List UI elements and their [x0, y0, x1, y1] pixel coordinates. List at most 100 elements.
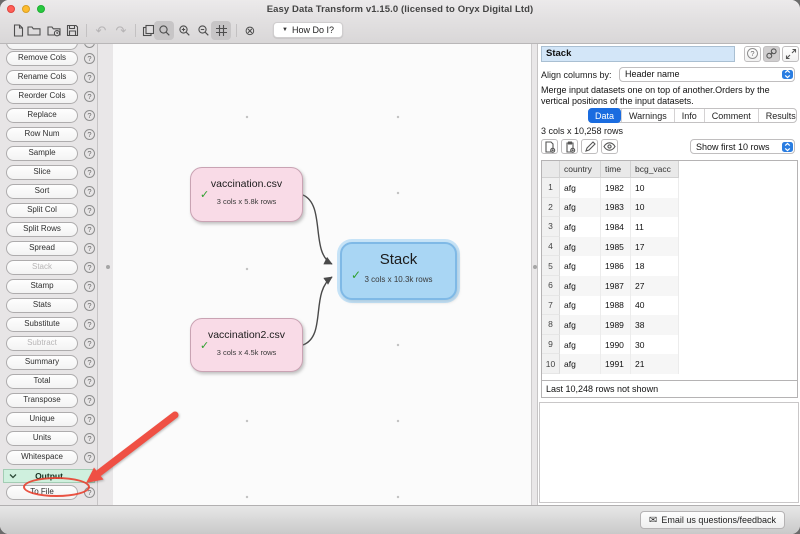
- help-icon[interactable]: ?: [84, 72, 95, 83]
- open-project-icon[interactable]: [24, 21, 44, 40]
- recent-projects-icon[interactable]: [44, 21, 64, 40]
- left-splitter-handle[interactable]: [106, 265, 110, 269]
- undo-icon[interactable]: ↶: [91, 21, 111, 40]
- help-icon[interactable]: ?: [84, 452, 95, 463]
- help-icon[interactable]: ?: [84, 357, 95, 368]
- data-table: country time bcg_vacc 1 afg 1982 10 2 af: [541, 160, 798, 398]
- show-rows-select[interactable]: Show first 10 rows: [690, 139, 795, 154]
- right-splitter-handle[interactable]: [533, 265, 537, 269]
- table-row[interactable]: 1 afg 1982 10: [542, 178, 679, 198]
- transform-button[interactable]: Summary: [6, 355, 78, 370]
- output-header-label: Output: [35, 471, 63, 481]
- email-feedback-button[interactable]: ✉ Email us questions/feedback: [640, 511, 785, 529]
- paste-data-button[interactable]: [561, 139, 578, 154]
- table-row[interactable]: 6 afg 1987 27: [542, 276, 679, 296]
- help-icon[interactable]: ?: [84, 243, 95, 254]
- toggle-grid-icon[interactable]: [211, 21, 231, 40]
- expand-panel-button[interactable]: [782, 46, 799, 62]
- transform-button[interactable]: Remove Cols: [6, 51, 78, 66]
- help-icon[interactable]: ?: [84, 319, 95, 330]
- transform-button[interactable]: Slice: [6, 165, 78, 180]
- transform-button[interactable]: Subtract: [6, 336, 78, 351]
- column-header[interactable]: time: [601, 161, 631, 177]
- transform-button[interactable]: Reorder Cols: [6, 89, 78, 104]
- help-icon[interactable]: ?: [84, 487, 95, 498]
- help-icon[interactable]: ?: [84, 395, 95, 406]
- help-icon[interactable]: ?: [84, 224, 95, 235]
- transform-button[interactable]: Spread: [6, 241, 78, 256]
- to-file-button[interactable]: To File: [6, 485, 78, 500]
- output-section-header[interactable]: Output: [3, 469, 95, 483]
- table-row[interactable]: 4 afg 1985 17: [542, 237, 679, 257]
- node-vaccination2-csv[interactable]: vaccination2.csv ✓ 3 cols x 4.5k rows: [190, 318, 303, 372]
- transform-button[interactable]: Total: [6, 374, 78, 389]
- save-icon[interactable]: [62, 21, 82, 40]
- minimize-window-button[interactable]: [22, 5, 30, 13]
- cancel-icon[interactable]: ⊗: [240, 21, 260, 40]
- search-icon[interactable]: [154, 21, 174, 40]
- transform-button[interactable]: Unique: [6, 412, 78, 427]
- zoom-window-button[interactable]: [37, 5, 45, 13]
- help-icon[interactable]: ?: [84, 129, 95, 140]
- transform-button[interactable]: Split Rows: [6, 222, 78, 237]
- help-icon[interactable]: ?: [84, 186, 95, 197]
- help-icon[interactable]: ?: [84, 414, 95, 425]
- transform-button[interactable]: Sample: [6, 146, 78, 161]
- help-icon[interactable]: ?: [84, 148, 95, 159]
- transform-button[interactable]: Stats: [6, 298, 78, 313]
- table-row[interactable]: 7 afg 1988 40: [542, 296, 679, 316]
- how-do-i-button[interactable]: ▼ How Do I?: [273, 22, 343, 38]
- transform-button[interactable]: Substitute: [6, 317, 78, 332]
- transform-button-clipped[interactable]: [6, 44, 78, 50]
- tab[interactable]: Warnings: [621, 109, 674, 122]
- node-name-input[interactable]: Stack: [541, 46, 735, 62]
- column-header[interactable]: bcg_vacc: [631, 161, 679, 177]
- transform-button[interactable]: Rename Cols: [6, 70, 78, 85]
- table-row[interactable]: 5 afg 1986 18: [542, 256, 679, 276]
- table-row[interactable]: 2 afg 1983 10: [542, 198, 679, 218]
- transform-button[interactable]: Row Num: [6, 127, 78, 142]
- transform-button[interactable]: Sort: [6, 184, 78, 199]
- help-icon[interactable]: ?: [84, 281, 95, 292]
- transform-button[interactable]: Stamp: [6, 279, 78, 294]
- tab[interactable]: Comment: [704, 109, 758, 122]
- table-row[interactable]: 9 afg 1990 30: [542, 335, 679, 355]
- zoom-in-icon[interactable]: [174, 21, 194, 40]
- help-icon[interactable]: ?: [84, 91, 95, 102]
- transform-button[interactable]: Split Col: [6, 203, 78, 218]
- transform-button[interactable]: Replace: [6, 108, 78, 123]
- help-icon[interactable]: ?: [84, 300, 95, 311]
- help-icon[interactable]: ?: [84, 53, 95, 64]
- help-icon[interactable]: ?: [84, 376, 95, 387]
- copy-data-button[interactable]: [541, 139, 558, 154]
- transform-button[interactable]: Stack: [6, 260, 78, 275]
- help-icon[interactable]: ?: [84, 167, 95, 178]
- node-stack[interactable]: Stack ✓ 3 cols x 10.3k rows: [340, 242, 457, 300]
- panel-help-button[interactable]: ?: [744, 46, 761, 62]
- edit-data-button[interactable]: [581, 139, 598, 154]
- link-views-button[interactable]: [763, 46, 780, 62]
- help-icon[interactable]: [84, 44, 95, 48]
- help-icon[interactable]: ?: [84, 110, 95, 121]
- zoom-out-icon[interactable]: [193, 21, 213, 40]
- help-icon[interactable]: ?: [84, 262, 95, 273]
- transform-button[interactable]: Whitespace: [6, 450, 78, 465]
- table-row[interactable]: 8 afg 1989 38: [542, 315, 679, 335]
- preview-data-button[interactable]: [601, 139, 618, 154]
- align-columns-select[interactable]: Header name: [619, 67, 795, 82]
- flow-canvas[interactable]: vaccination.csv ✓ 3 cols x 5.8k rows vac…: [113, 44, 532, 505]
- transform-button[interactable]: Transpose: [6, 393, 78, 408]
- column-header[interactable]: country: [560, 161, 601, 177]
- tab[interactable]: Results: [758, 109, 800, 122]
- node-vaccination-csv[interactable]: vaccination.csv ✓ 3 cols x 5.8k rows: [190, 167, 303, 222]
- redo-icon[interactable]: ↷: [111, 21, 131, 40]
- table-row[interactable]: 10 afg 1991 21: [542, 354, 679, 374]
- help-icon[interactable]: ?: [84, 338, 95, 349]
- table-row[interactable]: 3 afg 1984 11: [542, 217, 679, 237]
- tab[interactable]: Data: [588, 108, 621, 123]
- help-icon[interactable]: ?: [84, 205, 95, 216]
- tab[interactable]: Info: [674, 109, 704, 122]
- close-window-button[interactable]: [7, 5, 15, 13]
- transform-button[interactable]: Units: [6, 431, 78, 446]
- help-icon[interactable]: ?: [84, 433, 95, 444]
